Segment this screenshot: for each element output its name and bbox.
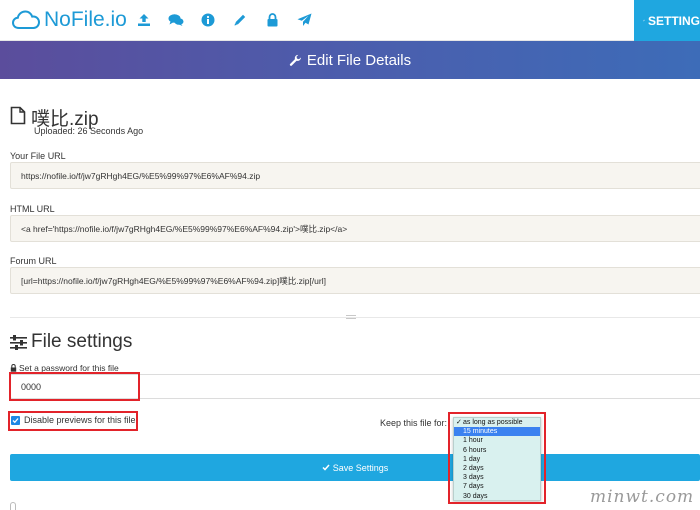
lock-icon[interactable] xyxy=(262,10,282,30)
lock-icon xyxy=(10,364,17,372)
previews-highlight-box xyxy=(8,411,138,431)
pencil-icon[interactable] xyxy=(230,10,250,30)
wrench-icon xyxy=(289,54,301,66)
upload-icon[interactable] xyxy=(134,10,154,30)
wrench-icon xyxy=(643,19,645,22)
settings-tab[interactable]: SETTING xyxy=(634,0,700,41)
upload-time: Uploaded: 26 Seconds Ago xyxy=(34,126,144,136)
info-icon[interactable] xyxy=(198,10,218,30)
edit-file-banner: Edit File Details xyxy=(0,41,700,79)
save-settings-label: Save Settings xyxy=(332,462,389,473)
settings-tab-label: SETTING xyxy=(647,13,700,28)
file-icon xyxy=(10,106,26,125)
dropdown-highlight-box xyxy=(448,412,546,504)
nav-icons xyxy=(134,10,326,30)
partial-icon xyxy=(10,502,16,510)
forum-url-label: Forum URL xyxy=(10,256,57,266)
file-settings-title: File settings xyxy=(31,331,133,352)
cloud-logo-icon xyxy=(12,10,40,29)
save-settings-button[interactable]: Save Settings xyxy=(10,454,700,481)
brand-name: NoFile.io xyxy=(44,8,127,31)
html-url-label: HTML URL xyxy=(10,204,55,214)
top-navbar: NoFile.io SETTING xyxy=(0,0,700,41)
keep-file-label: Keep this file for: xyxy=(380,418,448,428)
sliders-icon xyxy=(10,335,27,350)
watermark: minwt.com xyxy=(590,487,695,507)
brand-link[interactable]: NoFile.io xyxy=(12,6,127,34)
paper-plane-icon[interactable] xyxy=(294,10,314,30)
banner-title: Edit File Details xyxy=(306,51,412,69)
password-highlight-box xyxy=(9,372,140,401)
file-url-field[interactable]: https://nofile.io/f/jw7gRHgh4EG/%E5%99%9… xyxy=(10,162,700,189)
chat-icon[interactable] xyxy=(166,10,186,30)
file-url-label: Your File URL xyxy=(10,151,66,161)
forum-url-field[interactable]: [url=https://nofile.io/f/jw7gRHgh4EG/%E5… xyxy=(10,267,700,294)
check-icon xyxy=(322,464,330,471)
html-url-field[interactable]: <a href='https://nofile.io/f/jw7gRHgh4EG… xyxy=(10,215,700,242)
resize-grip-icon xyxy=(346,315,356,319)
